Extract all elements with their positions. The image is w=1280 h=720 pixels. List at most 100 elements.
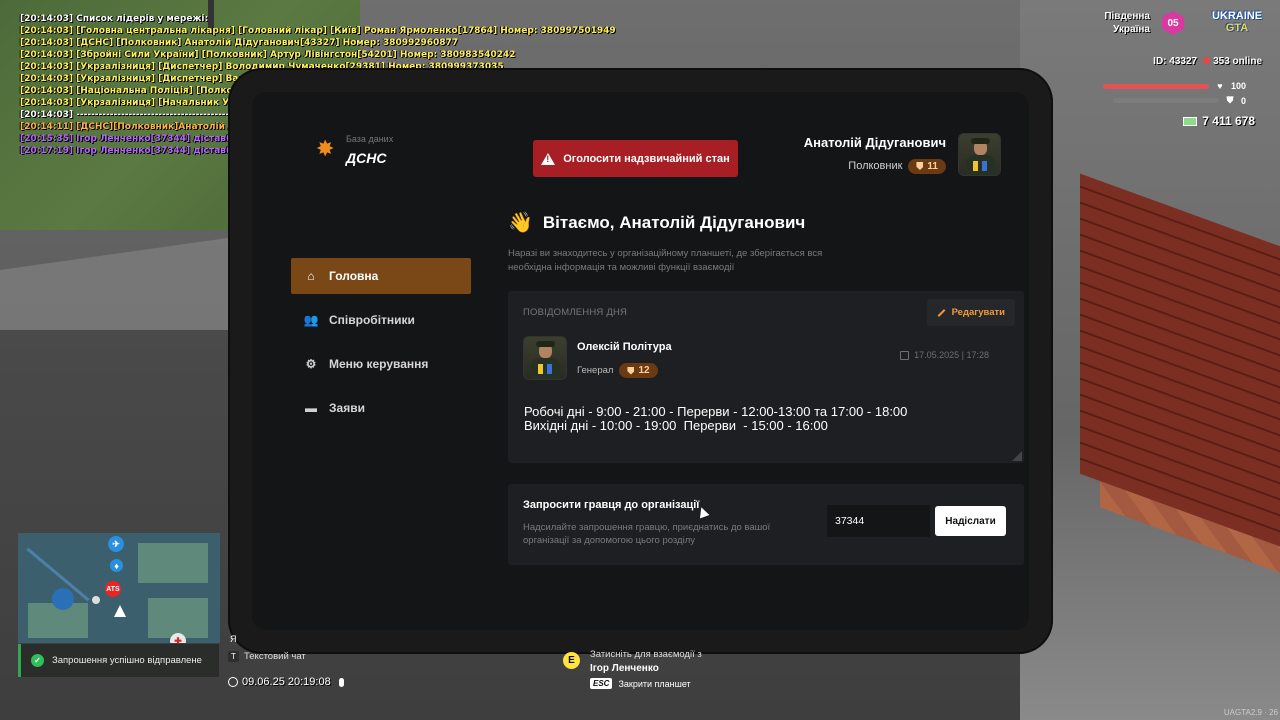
health-bar-row: ♥ 100 bbox=[1102, 81, 1246, 91]
player-arrow-icon bbox=[114, 605, 126, 617]
player-id-input[interactable] bbox=[827, 505, 930, 537]
gear-icon: ⚙ bbox=[305, 357, 317, 371]
hospital-icon: ✚ bbox=[170, 633, 186, 643]
invite-player-panel: Запросити гравця до організації Надсилай… bbox=[508, 484, 1024, 565]
nav-item-home[interactable]: ⌂ Головна bbox=[291, 258, 471, 294]
gas-station-icon: ATS bbox=[105, 581, 121, 597]
chat-line: [20:14:03] [ДСНС] [Полковник] Анатолій Д… bbox=[20, 38, 459, 48]
health-bar bbox=[1102, 83, 1209, 89]
interaction-hint: Затисніть для взаємодії з bbox=[590, 649, 702, 660]
nav-label: Головна bbox=[329, 269, 379, 283]
t-key-icon: T bbox=[228, 651, 239, 662]
chat-input-stub: Я bbox=[230, 634, 237, 644]
cash-icon bbox=[1183, 117, 1198, 127]
e-key-icon: E bbox=[563, 652, 580, 669]
motd-date-text: 17.05.2025 | 17:28 bbox=[914, 350, 989, 360]
chat-line: [20:14:03] Список лідерів у мережі: bbox=[20, 14, 209, 24]
money-display: 7 411 678 bbox=[1183, 114, 1255, 128]
home-icon: ⌂ bbox=[307, 269, 315, 283]
profile-rank: Полковник bbox=[848, 160, 903, 172]
resize-handle-icon[interactable] bbox=[1012, 451, 1022, 461]
chat-hint-label: Текстовий чат bbox=[244, 651, 306, 662]
rank-level-badge: 11 bbox=[908, 158, 946, 174]
org-database-label: База даних bbox=[346, 134, 394, 144]
health-fill bbox=[1102, 83, 1209, 89]
main-content: 👋 Вітаємо, Анатолій Дідуганович Наразі в… bbox=[508, 210, 1024, 565]
dsns-emblem-icon: ✸ bbox=[316, 136, 335, 161]
map-zone-marker bbox=[52, 588, 74, 610]
author-info: Олексій Політура Генерал 12 bbox=[577, 336, 672, 380]
chat-line: [20:14:03] [Збройні Сили України] [Полко… bbox=[20, 50, 516, 60]
avatar-body bbox=[531, 358, 560, 379]
nav-item-management[interactable]: ⚙ Меню керування bbox=[291, 346, 471, 382]
edit-motd-button[interactable]: Редагувати bbox=[926, 299, 1015, 326]
health-value: 100 bbox=[1230, 81, 1246, 91]
check-icon: ✓ bbox=[31, 654, 44, 667]
avatar-badge-2 bbox=[982, 160, 987, 171]
map-block bbox=[148, 598, 208, 638]
date-time: 09.06.25 20:19:08 bbox=[228, 676, 344, 688]
money-value: 7 411 678 bbox=[1202, 114, 1255, 128]
profile-name: Анатолій Дідуганович bbox=[803, 134, 946, 150]
map-block bbox=[138, 543, 208, 583]
rank-shield-icon bbox=[627, 366, 635, 375]
nav-item-applications[interactable]: ▬ Заяви bbox=[291, 390, 471, 426]
org-tablet: ✸ База даних ДСНС Оголосити надзвичайний… bbox=[228, 68, 1053, 654]
author-rank: Генерал bbox=[577, 365, 614, 376]
blue-marker-icon: ♦ bbox=[110, 559, 123, 572]
org-name: ДСНС bbox=[346, 150, 387, 166]
author-level-badge: 12 bbox=[619, 363, 658, 378]
region-badge: 05 bbox=[1162, 11, 1184, 35]
close-tablet-hint: ESC Закрити планшет bbox=[590, 678, 691, 689]
welcome-heading: 👋 Вітаємо, Анатолій Дідуганович bbox=[508, 210, 1024, 235]
send-invite-button[interactable]: Надіслати bbox=[935, 506, 1006, 536]
pencil-icon bbox=[937, 308, 945, 317]
author-rank-row: Генерал 12 bbox=[577, 363, 672, 378]
rank-shield-icon bbox=[916, 162, 924, 170]
clock-icon bbox=[228, 677, 238, 687]
declare-emergency-button[interactable]: Оголосити надзвичайний стан bbox=[533, 140, 738, 177]
airport-icon: ✈ bbox=[108, 536, 124, 552]
motd-text: Робочі дні - 9:00 - 21:00 - Перерви - 12… bbox=[524, 404, 908, 433]
text-chat-hint: T Текстовий чат bbox=[228, 651, 306, 662]
calendar-icon bbox=[900, 350, 910, 360]
shield-icon: ⛊ bbox=[1226, 95, 1234, 105]
welcome-subtitle: Наразі ви знаходитесь у організаційному … bbox=[508, 248, 823, 273]
avatar-body bbox=[966, 154, 995, 175]
armor-bar-row: ⛊ 0 bbox=[1112, 95, 1246, 106]
message-of-the-day: ПОВІДОМЛЕННЯ ДНЯ Редагувати Олексій Полі… bbox=[508, 291, 1024, 463]
avatar-cap bbox=[536, 341, 555, 347]
chat-line: [20:14:03] [Головна центральна лікарня] … bbox=[20, 26, 616, 36]
interaction-target: Ігор Ленченко bbox=[590, 663, 659, 674]
author-name: Олексій Політура bbox=[577, 341, 672, 353]
toast-text: Запрошення успішно відправлене bbox=[52, 655, 202, 666]
author-avatar bbox=[523, 336, 567, 380]
nav-label: Співробітники bbox=[329, 313, 415, 327]
org-header: ✸ База даних ДСНС bbox=[314, 134, 444, 176]
hud-top-right: Південна Україна 05 UKRAINE GTA ID: 4332… bbox=[1088, 8, 1268, 128]
edit-label: Редагувати bbox=[951, 307, 1005, 318]
motd-date: 17.05.2025 | 17:28 bbox=[900, 350, 989, 360]
player-id-online: ID: 43327 353 online bbox=[1153, 56, 1262, 67]
profile-avatar bbox=[958, 132, 1001, 176]
invite-title: Запросити гравця до організації bbox=[523, 499, 700, 511]
player-id: ID: 43327 bbox=[1153, 56, 1198, 67]
avatar-badge-2 bbox=[547, 364, 552, 374]
minimap[interactable]: ✈ ♦ ATS ✚ bbox=[18, 533, 220, 643]
logo-top-text: UKRAINE bbox=[1211, 10, 1263, 22]
server-logo: UKRAINE GTA bbox=[1208, 10, 1266, 40]
emergency-label: Оголосити надзвичайний стан bbox=[563, 152, 730, 165]
folder-icon: ▬ bbox=[305, 401, 317, 415]
motd-title: ПОВІДОМЛЕННЯ ДНЯ bbox=[523, 307, 628, 318]
version-label: UAGTA2.9 · 26 bbox=[1223, 708, 1278, 717]
region-line-1: Південна bbox=[1104, 11, 1150, 22]
datetime-text: 09.06.25 20:19:08 bbox=[242, 676, 331, 688]
nav-item-employees[interactable]: 👥 Співробітники bbox=[291, 302, 471, 338]
esc-key-icon: ESC bbox=[590, 678, 613, 689]
avatar-badge bbox=[538, 364, 543, 374]
avatar-badge bbox=[973, 160, 978, 171]
region-name: Південна Україна bbox=[1104, 10, 1150, 36]
map-point-marker bbox=[92, 596, 100, 604]
invite-subtitle: Надсилайте запрошення гравцю, приєднатис… bbox=[523, 522, 771, 546]
nav-label: Заяви bbox=[329, 401, 365, 415]
